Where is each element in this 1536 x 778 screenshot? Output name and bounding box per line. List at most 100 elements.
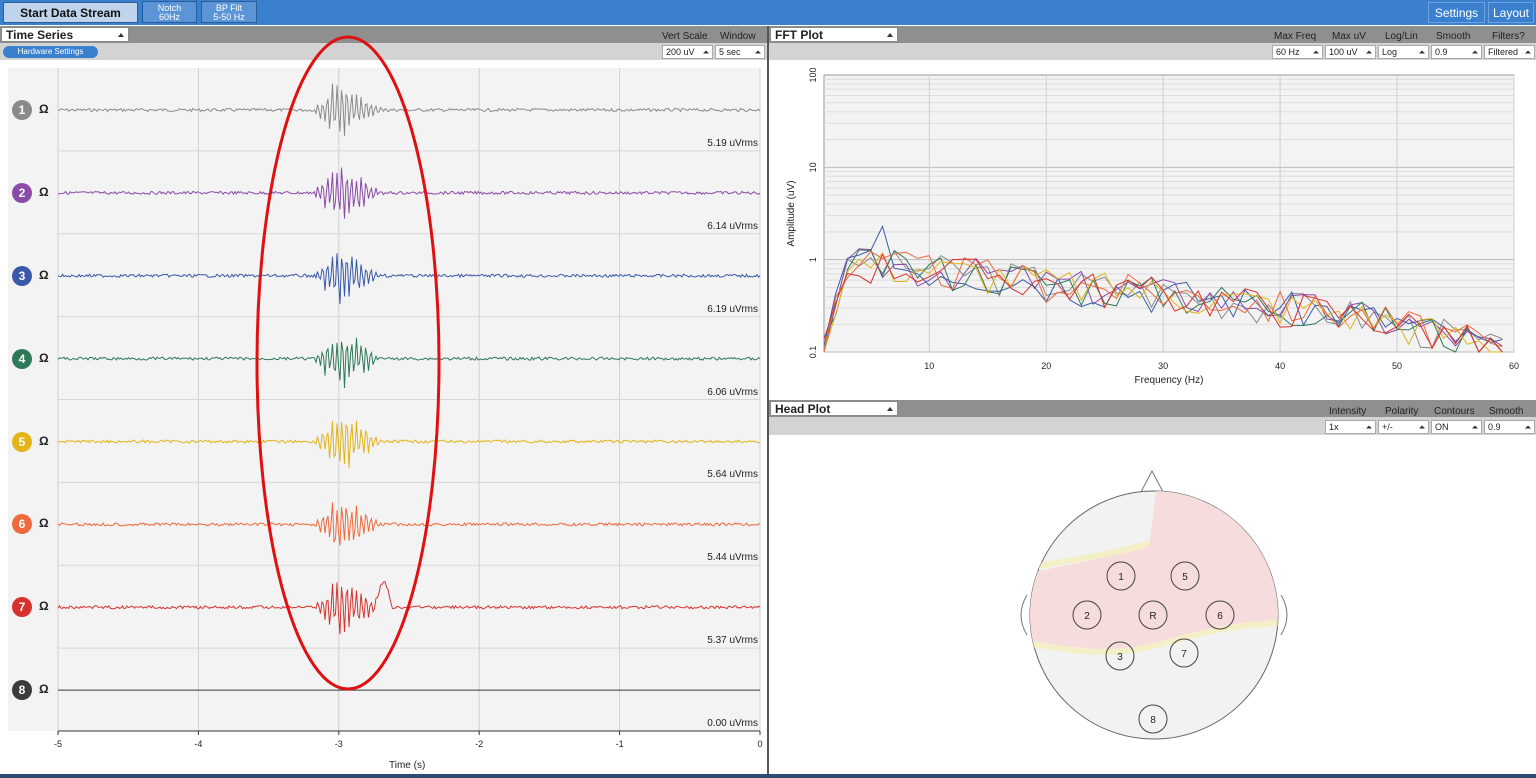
channel-number-badge[interactable]: 1	[12, 100, 32, 120]
time-tick-label: -5	[54, 739, 62, 749]
channel-number-badge[interactable]: 3	[12, 265, 32, 286]
right-ear	[1280, 594, 1288, 636]
layout-button[interactable]: Layout	[1488, 2, 1534, 23]
channel-trace	[57, 83, 761, 136]
contours-label: Contours	[1434, 406, 1475, 417]
fft-plot: 100 10 1 0.1 10 20 30 40 50 60 Amplitude (uV) Frequ…	[786, 67, 1519, 386]
loglin-value: Log	[1382, 47, 1398, 57]
electrode-label: 7	[1181, 649, 1187, 660]
fft-widget-select[interactable]: FFT Plot	[770, 27, 898, 42]
channel-rms-value: 0.00 uVrms	[707, 718, 758, 729]
nose-shape	[1140, 469, 1164, 493]
channel-number-badge[interactable]: 8	[12, 680, 32, 701]
smooth-label: Smooth	[1436, 31, 1471, 42]
electrode-label: 5	[1182, 572, 1188, 583]
max-freq-select[interactable]: 60 Hz	[1272, 45, 1323, 59]
intensity-label: Intensity	[1329, 406, 1367, 417]
polarity-value: +/-	[1382, 422, 1393, 432]
channel-rms-value: 5.37 uVrms	[707, 635, 758, 647]
fft-x-tick-label: 50	[1392, 361, 1402, 371]
fft-smooth-value: 0.9	[1435, 47, 1448, 57]
channel-rms-value: 5.19 uVrms	[707, 137, 758, 149]
channel-rms-value: 6.14 uVrms	[707, 220, 758, 232]
impedance-icon[interactable]: Ω	[39, 599, 49, 613]
time-axis-title: Time (s)	[389, 760, 426, 771]
max-uv-select[interactable]: 100 uV	[1325, 45, 1376, 59]
channel-number-badge[interactable]: 2	[12, 182, 32, 203]
fft-x-tick-label: 20	[1041, 361, 1051, 371]
channel-rms-value: 6.06 uVrms	[707, 386, 758, 398]
impedance-icon[interactable]: Ω	[39, 102, 49, 116]
chevron-up-icon	[1525, 425, 1531, 429]
left-ear	[1020, 594, 1028, 636]
contours-value: ON	[1435, 422, 1449, 432]
electrode-label: 6	[1217, 611, 1223, 622]
channel-trace	[57, 420, 761, 468]
head-plot-widget-select[interactable]: Head Plot	[770, 401, 898, 416]
filters-label: Filters?	[1492, 31, 1525, 42]
channel-trace	[57, 253, 761, 304]
head-smooth-select[interactable]: 0.9	[1484, 420, 1535, 434]
electrode-label: 8	[1150, 715, 1156, 726]
fft-y-tick-label: 100	[808, 67, 818, 82]
filters-select[interactable]: Filtered	[1484, 45, 1535, 59]
time-tick-label: -3	[335, 739, 343, 749]
time-tick-label: -1	[616, 739, 624, 749]
fft-y-axis-title: Amplitude (uV)	[786, 180, 797, 246]
chevron-up-icon	[1419, 50, 1425, 54]
intensity-select[interactable]: 1x	[1325, 420, 1376, 434]
bottom-status-bar	[0, 774, 1536, 778]
chevron-up-icon	[1313, 50, 1319, 54]
max-uv-label: Max uV	[1332, 31, 1366, 42]
impedance-icon[interactable]: Ω	[39, 268, 49, 282]
time-tick-label: -2	[475, 739, 483, 749]
intensity-value: 1x	[1329, 422, 1339, 432]
channel-number-badge[interactable]: 5	[12, 431, 32, 452]
electrode-label: 1	[1118, 572, 1124, 583]
channel-rms-value: 5.44 uVrms	[707, 552, 758, 564]
max-freq-value: 60 Hz	[1276, 47, 1300, 57]
time-tick-label: 0	[757, 739, 762, 749]
chevron-up-icon	[1419, 425, 1425, 429]
chevron-up-icon	[1472, 425, 1478, 429]
fft-x-axis-title: Frequency (Hz)	[1135, 375, 1204, 386]
fft-title: FFT Plot	[775, 27, 823, 42]
channel-number-badge[interactable]: 4	[12, 348, 32, 369]
electrode-label: R	[1149, 611, 1156, 622]
head-smooth-value: 0.9	[1488, 422, 1501, 432]
settings-button[interactable]: Settings	[1428, 2, 1485, 23]
impedance-icon[interactable]: Ω	[39, 185, 49, 199]
chevron-up-icon	[1366, 50, 1372, 54]
channel-rms-value: 5.64 uVrms	[707, 469, 758, 481]
fft-x-tick-label: 30	[1158, 361, 1168, 371]
channel-trace	[57, 337, 761, 389]
polarity-select[interactable]: +/-	[1378, 420, 1429, 434]
contours-select[interactable]: ON	[1431, 420, 1482, 434]
chevron-up-icon	[1472, 50, 1478, 54]
loglin-select[interactable]: Log	[1378, 45, 1429, 59]
time-tick-label: -4	[194, 739, 202, 749]
chevron-up-icon	[1525, 50, 1531, 54]
fft-y-tick-label: 1	[808, 257, 818, 262]
chevron-up-icon	[1366, 425, 1372, 429]
fft-y-tick-label: 10	[808, 162, 818, 172]
channel-trace	[57, 167, 761, 219]
impedance-icon[interactable]: Ω	[39, 682, 49, 696]
channel-trace	[57, 502, 761, 546]
loglin-label: Log/Lin	[1385, 31, 1418, 42]
fft-x-tick-label: 40	[1275, 361, 1285, 371]
head-plot-title: Head Plot	[775, 401, 831, 416]
channel-rms-value: 6.19 uVrms	[707, 303, 758, 315]
fft-x-tick-label: 10	[924, 361, 934, 371]
head-plot: 1 5 2 R 6 3 7 8	[1020, 469, 1288, 740]
max-uv-value: 100 uV	[1329, 47, 1358, 57]
impedance-icon[interactable]: Ω	[39, 516, 49, 530]
head-smooth-label: Smooth	[1489, 406, 1524, 417]
fft-x-tick-label: 60	[1509, 361, 1519, 371]
impedance-icon[interactable]: Ω	[39, 351, 49, 365]
polarity-label: Polarity	[1385, 406, 1419, 417]
impedance-icon[interactable]: Ω	[39, 434, 49, 448]
chevron-up-icon	[887, 406, 893, 411]
fft-y-tick-label: 0.1	[808, 346, 818, 359]
fft-smooth-select[interactable]: 0.9	[1431, 45, 1482, 59]
